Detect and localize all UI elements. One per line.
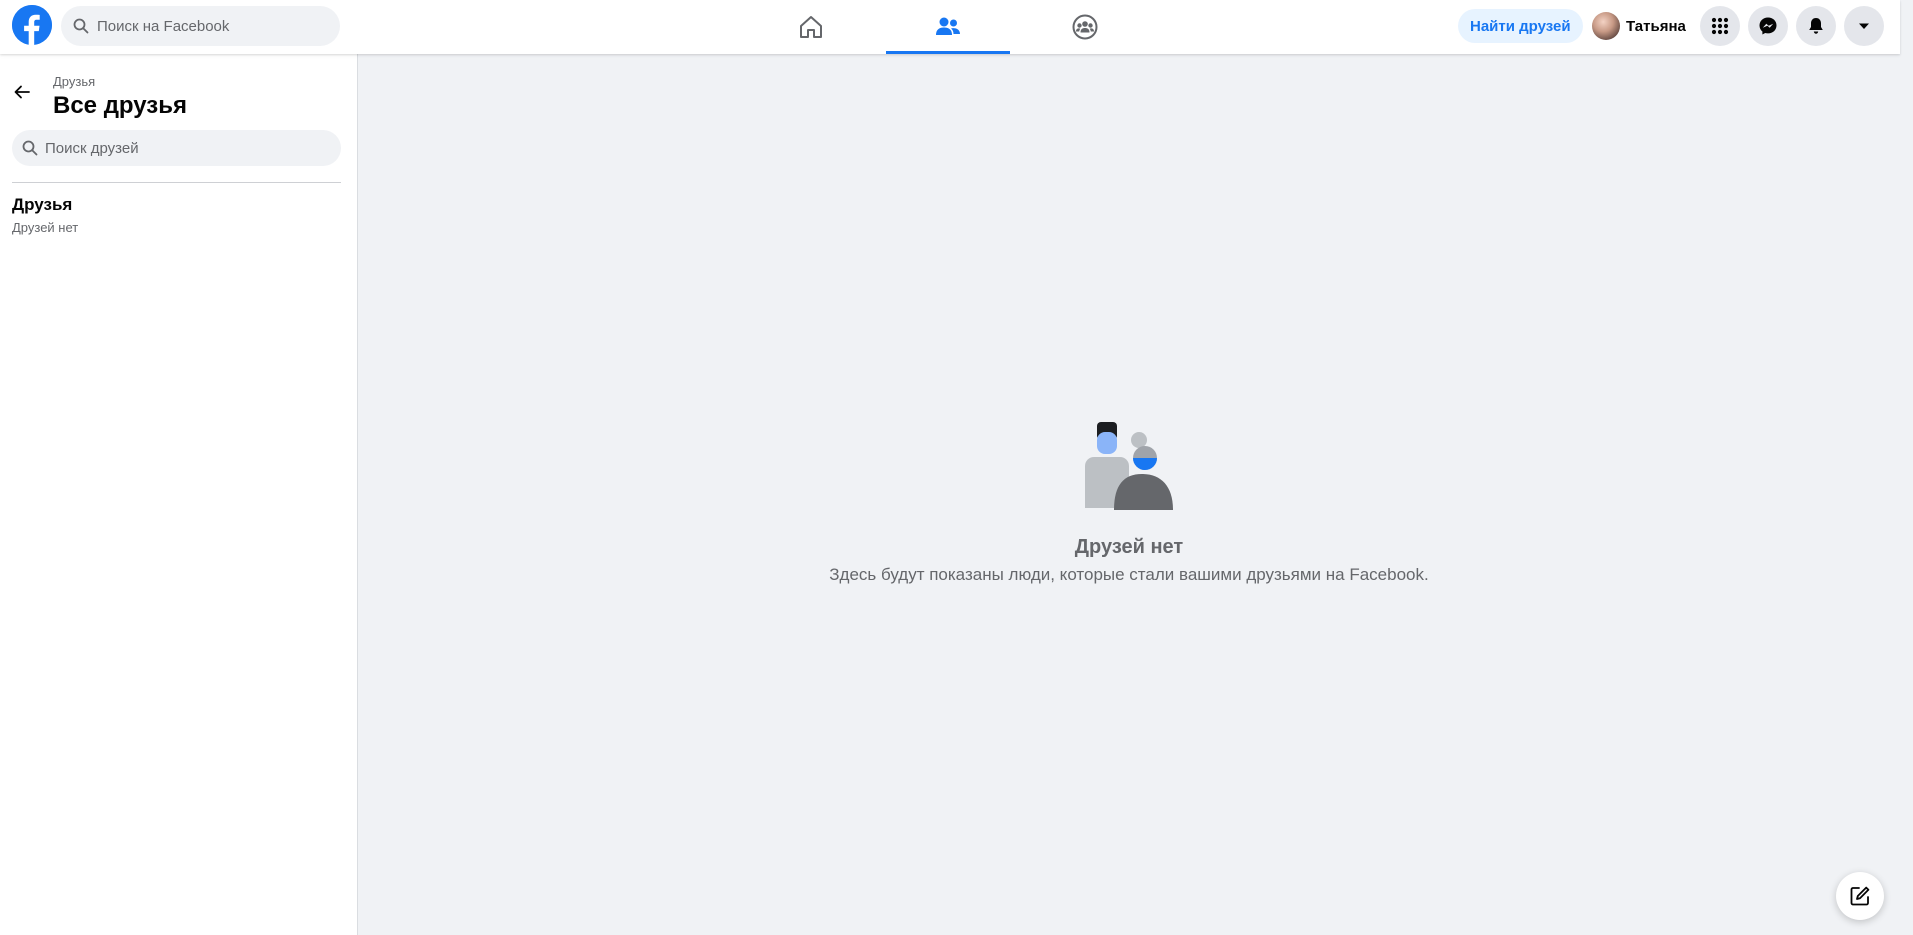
- facebook-logo-icon[interactable]: [12, 5, 52, 45]
- empty-description: Здесь будут показаны люди, которые стали…: [829, 565, 1429, 584]
- empty-title: Друзей нет: [1074, 536, 1184, 558]
- avatar: [1592, 12, 1620, 40]
- facebook-search[interactable]: [61, 6, 340, 46]
- account-button[interactable]: [1844, 6, 1884, 46]
- arrow-left-icon: [14, 85, 30, 99]
- messenger-icon: [1759, 17, 1777, 35]
- breadcrumb[interactable]: Друзья: [53, 74, 95, 89]
- facebook-search-input[interactable]: [97, 17, 327, 35]
- friends-count-text: Друзей нет: [12, 220, 79, 235]
- groups-icon: [1072, 14, 1098, 40]
- compose-icon: [1850, 886, 1870, 906]
- friends-section-title: Друзья: [12, 195, 73, 214]
- empty-state: Друзей нет Здесь будут показаны люди, ко…: [358, 420, 1900, 585]
- find-friends-button[interactable]: Найти друзей: [1458, 9, 1583, 43]
- divider: [12, 182, 341, 183]
- page-title: Все друзья: [53, 92, 187, 119]
- tab-home[interactable]: [749, 0, 873, 54]
- friend-search-input[interactable]: [45, 139, 325, 157]
- search-icon: [73, 18, 89, 34]
- scrollbar[interactable]: [1900, 0, 1913, 935]
- friend-search[interactable]: [12, 130, 341, 166]
- tab-friends[interactable]: [886, 0, 1010, 54]
- bell-icon: [1809, 18, 1823, 34]
- profile-name: Татьяна: [1626, 17, 1686, 35]
- chevron-down-icon: [1859, 23, 1869, 29]
- menu-button[interactable]: [1700, 6, 1740, 46]
- no-friends-illustration-icon: [1085, 422, 1173, 510]
- tab-groups[interactable]: [1023, 0, 1147, 54]
- home-icon: [800, 16, 822, 38]
- top-navigation-bar: Найти друзей Татьяна: [0, 0, 1900, 54]
- profile-shortcut[interactable]: Татьяна: [1590, 9, 1694, 43]
- friends-icon: [936, 17, 960, 35]
- search-icon: [22, 140, 38, 156]
- friends-sidebar: Друзья Все друзья Друзья Друзей нет: [0, 54, 358, 935]
- messenger-button[interactable]: [1748, 6, 1788, 46]
- new-message-button[interactable]: [1836, 872, 1884, 920]
- menu-grid-icon: [1711, 17, 1729, 35]
- notifications-button[interactable]: [1796, 6, 1836, 46]
- back-button[interactable]: [8, 78, 36, 106]
